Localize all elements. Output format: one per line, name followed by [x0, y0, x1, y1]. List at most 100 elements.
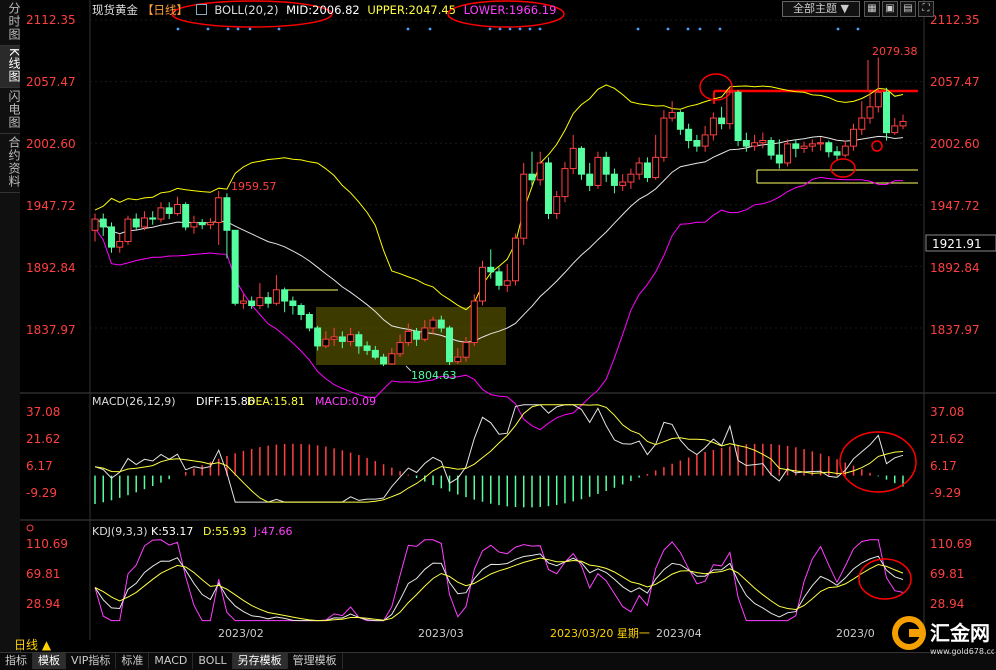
- expand-icon[interactable]: ⛶: [918, 1, 934, 17]
- macd-axis-right-label: 6.17: [930, 459, 957, 473]
- price-axis-left-label: 1837.97: [26, 323, 76, 337]
- price-axis-right-label: 1947.72: [930, 199, 980, 213]
- candle-body: [355, 334, 363, 347]
- candle-body: [627, 173, 635, 183]
- theme-select[interactable]: 全部主题 ▼: [782, 1, 860, 17]
- sidebar-item-kline[interactable]: K线图: [0, 46, 21, 88]
- price-axis-left-label: 1947.72: [26, 199, 76, 213]
- boll-label[interactable]: BOLL(20,2): [214, 3, 278, 17]
- macd-axis-right-label: -9.29: [930, 486, 961, 500]
- candle-body: [388, 353, 396, 365]
- candle-body: [676, 111, 684, 130]
- candle-body: [726, 91, 734, 125]
- gold678-logo: 汇金网 www.gold678.com: [892, 616, 994, 656]
- candle-body: [281, 289, 289, 302]
- candle-body: [248, 300, 256, 307]
- kdj-j-value: J:47.66: [253, 525, 292, 538]
- candle-body: [817, 142, 825, 145]
- candle-body: [668, 111, 676, 119]
- candle-body: [462, 342, 470, 358]
- high-label-b: 2079.38: [872, 45, 918, 58]
- event-marker-dot: [508, 27, 512, 31]
- tab-7[interactable]: 管理模板: [288, 653, 343, 669]
- date-axis-label: 2023/02: [218, 627, 264, 640]
- candle-body: [421, 327, 429, 340]
- candle-body: [173, 203, 181, 214]
- event-marker-dot: [428, 27, 432, 31]
- candle-body: [272, 289, 280, 304]
- candle-body: [891, 125, 899, 134]
- grid-layout-icon[interactable]: ▦: [864, 1, 880, 17]
- indicator-header: 现货黄金 【日线】 BOLL(20,2) MID:2006.82 UPPER:20…: [92, 0, 560, 20]
- tab-6[interactable]: 另存模板: [232, 653, 288, 669]
- event-marker-dot: [686, 27, 690, 31]
- event-marker-dot: [538, 27, 542, 31]
- price-axis-left-label: 1892.84: [26, 261, 76, 275]
- shrink-icon[interactable]: ▣: [882, 1, 898, 17]
- low-label: 1804.63: [411, 369, 457, 382]
- candle-body: [140, 217, 148, 228]
- candle-body: [561, 168, 569, 198]
- restore-icon[interactable]: ▤: [900, 1, 916, 17]
- candle-body: [619, 181, 627, 186]
- candle-body: [396, 342, 404, 355]
- candle-body: [718, 117, 726, 125]
- macd-diff-value: DIFF:15.86: [196, 395, 255, 408]
- tab-2[interactable]: VIP指标: [66, 653, 117, 669]
- period-selector[interactable]: 日线 ▲: [14, 636, 51, 653]
- tab-5[interactable]: BOLL: [193, 653, 233, 669]
- macd-title: MACD(26,12,9): [92, 395, 176, 408]
- tab-1[interactable]: 模板: [33, 653, 66, 669]
- logo-url: www.gold678.com: [930, 647, 994, 656]
- event-marker-dot: [277, 27, 281, 31]
- date-axis-label: 2023/03: [418, 627, 464, 640]
- candle-body: [520, 173, 528, 239]
- event-marker-dot: [518, 27, 522, 31]
- event-marker-dot: [856, 27, 860, 31]
- candle-body: [792, 143, 800, 149]
- high-label-a: 1959.57: [231, 180, 277, 193]
- date-axis-label: 2023/03/20 星期一: [550, 627, 650, 640]
- candle-body: [470, 300, 478, 344]
- macd-axis-right-label: 37.08: [930, 405, 964, 419]
- event-marker-dot: [236, 27, 240, 31]
- candle-body: [206, 221, 214, 226]
- candle-body: [536, 162, 544, 181]
- candle-body: [767, 140, 775, 156]
- candle-body: [635, 162, 643, 175]
- candle-body: [833, 151, 841, 156]
- event-marker-dot: [836, 27, 840, 31]
- tab-0[interactable]: 指标: [0, 653, 33, 669]
- kdj-axis-right-label: 28.94: [930, 597, 964, 611]
- sidebar-item-contract-info[interactable]: 合约资料: [0, 134, 21, 193]
- date-axis-label: 2023/0: [836, 627, 875, 640]
- candle-body: [479, 266, 487, 302]
- candle-body: [429, 319, 437, 329]
- event-marker-dot: [206, 27, 210, 31]
- event-marker-dot: [636, 27, 640, 31]
- price-axis-left-label: 2057.47: [26, 75, 76, 89]
- macd-axis-left-label: 6.17: [26, 459, 53, 473]
- sidebar-item-flash[interactable]: 闪电图: [0, 88, 21, 134]
- candle-body: [239, 300, 247, 304]
- tab-4[interactable]: MACD: [149, 653, 194, 669]
- chart-canvas[interactable]: MACD(26,12,9) DIFF:15.86DEA:15.81 MACD:0.0…: [20, 0, 996, 640]
- logo-name: 汇金网: [930, 621, 990, 645]
- candle-body: [841, 145, 849, 156]
- candle-body: [866, 106, 874, 119]
- event-marker-dot: [488, 27, 492, 31]
- candle-body: [99, 218, 107, 228]
- sidebar-item-timeshare[interactable]: 分时图: [0, 0, 21, 46]
- candle-body: [215, 197, 223, 223]
- event-marker-dot: [248, 27, 252, 31]
- tab-3[interactable]: 标准: [116, 653, 150, 669]
- boll-lower-value: LOWER:1966.19: [463, 3, 557, 17]
- candle-body: [652, 156, 660, 179]
- period-tag[interactable]: 【日线】: [142, 3, 188, 17]
- candle-body: [643, 162, 651, 179]
- candle-body: [165, 207, 173, 214]
- kdj-axis-right-label: 110.69: [930, 537, 972, 551]
- candle-body: [594, 156, 602, 186]
- candle-body: [553, 196, 561, 214]
- candle-body: [883, 91, 891, 134]
